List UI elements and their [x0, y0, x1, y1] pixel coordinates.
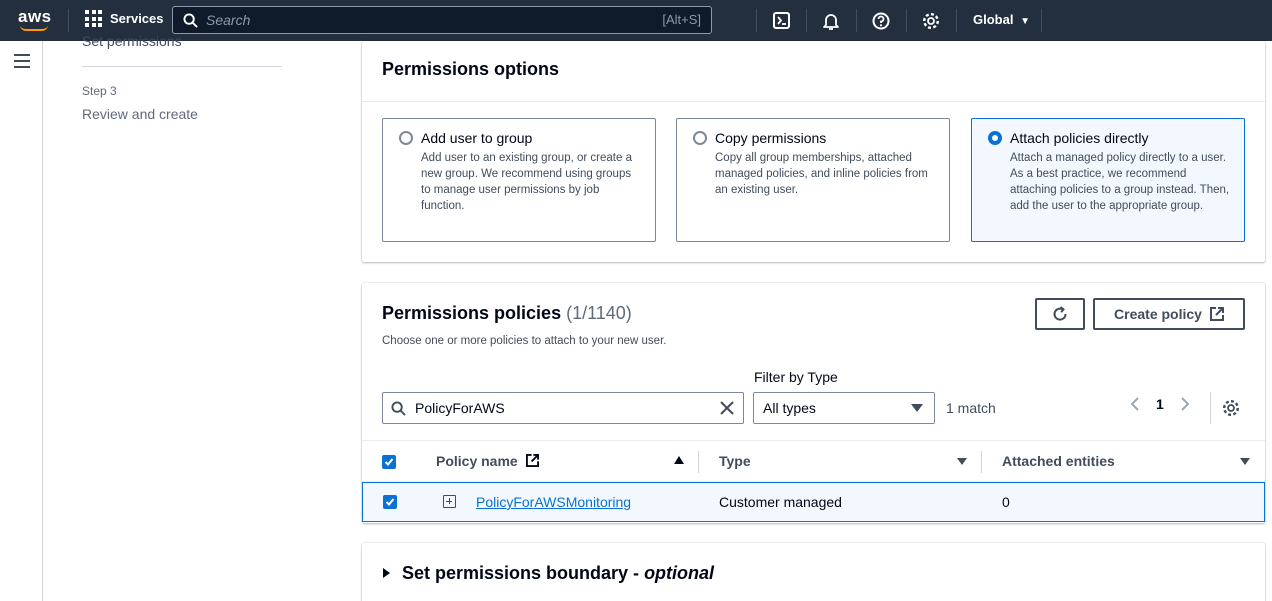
boundary-optional-label: optional [644, 563, 715, 583]
panel-title: Permissions options [382, 59, 560, 79]
tile-title: Attach policies directly [1010, 130, 1149, 146]
panel-description: Choose one or more policies to attach to… [382, 335, 667, 347]
expand-plus-icon[interactable] [443, 495, 456, 508]
column-header-policy-name[interactable]: Policy name [436, 453, 539, 469]
table-settings-icon[interactable] [1222, 399, 1240, 417]
tile-attach-policies-directly[interactable]: Attach policies directly Attach a manage… [971, 118, 1245, 242]
clear-icon[interactable] [719, 400, 735, 416]
radio-button[interactable] [399, 131, 413, 145]
policy-type: Customer managed [719, 494, 842, 510]
notifications-icon[interactable] [821, 11, 840, 30]
filter-by-type-select[interactable]: All types [753, 392, 935, 424]
services-menu-button[interactable]: Services [85, 10, 164, 27]
step-3-label[interactable]: Review and create [82, 106, 198, 122]
tile-copy-permissions[interactable]: Copy permissions Copy all group membersh… [676, 118, 950, 242]
checkmark-icon [384, 458, 394, 466]
create-policy-label: Create policy [1114, 306, 1202, 322]
column-separator [698, 451, 699, 473]
aws-logo-smile [20, 25, 48, 31]
nav-separator [756, 9, 757, 32]
nav-separator [1041, 9, 1042, 32]
step-divider [82, 66, 282, 67]
tile-title: Add user to group [421, 130, 533, 146]
policy-search-input[interactable]: PolicyForAWS [382, 392, 744, 424]
table-header: Policy name Type Attached entities [362, 440, 1265, 482]
panel-header: Permissions options [362, 41, 1265, 102]
top-navigation: aws Services Search [Alt+S] Global ▼ [0, 0, 1272, 41]
filter-by-type-label: Filter by Type [754, 369, 838, 385]
settings-icon[interactable] [921, 11, 940, 30]
policy-count: (1/1140) [566, 303, 632, 323]
services-grid-icon [85, 10, 102, 27]
radio-button-selected[interactable] [988, 131, 1002, 145]
nav-separator [956, 9, 957, 32]
match-count: 1 match [946, 400, 996, 416]
sort-ascending-icon[interactable] [674, 456, 684, 464]
nav-separator [856, 9, 857, 32]
row-checkbox[interactable] [383, 495, 397, 509]
search-shortcut: [Alt+S] [662, 12, 701, 27]
pager-separator [1210, 392, 1211, 424]
sort-icon[interactable] [957, 458, 967, 465]
tile-description: Add user to an existing group, or create… [421, 152, 632, 212]
global-search-input[interactable]: Search [Alt+S] [172, 6, 712, 34]
caret-right-icon[interactable] [383, 568, 390, 578]
nav-separator [906, 9, 907, 32]
refresh-icon [1053, 306, 1067, 321]
select-all-checkbox[interactable] [382, 455, 396, 469]
tile-add-user-to-group[interactable]: Add user to group Add user to an existin… [382, 118, 656, 242]
attached-entities-count: 0 [1002, 494, 1010, 510]
nav-separator [806, 9, 807, 32]
column-label: Policy name [436, 453, 518, 469]
tile-title: Copy permissions [715, 130, 827, 146]
column-header-type[interactable]: Type [719, 453, 751, 469]
column-header-attached-entities[interactable]: Attached entities [1002, 453, 1115, 469]
boundary-title: Set permissions boundary - [402, 563, 645, 583]
side-navigation-border [42, 41, 43, 601]
nav-separator [68, 9, 69, 32]
pagination: 1 [1130, 396, 1190, 412]
search-icon [391, 401, 406, 416]
permissions-boundary-panel: Set permissions boundary - optional [362, 543, 1265, 601]
chevron-right-icon[interactable] [1180, 397, 1190, 411]
create-policy-button[interactable]: Create policy [1093, 298, 1245, 330]
menu-icon[interactable] [14, 54, 30, 72]
help-icon[interactable] [871, 11, 890, 30]
panel-title-text: Permissions policies [382, 303, 562, 323]
cloudshell-icon[interactable] [772, 11, 791, 30]
panel-title: Permissions policies (1/1140) [382, 303, 632, 324]
sort-icon[interactable] [1240, 458, 1250, 465]
column-separator [981, 451, 982, 473]
tile-description: Copy all group memberships, attached man… [715, 152, 928, 196]
permissions-policies-panel: Permissions policies (1/1140) Choose one… [362, 283, 1265, 523]
page-number[interactable]: 1 [1156, 396, 1164, 412]
search-value: PolicyForAWS [415, 400, 505, 416]
refresh-button[interactable] [1035, 298, 1085, 330]
policy-name-link[interactable]: PolicyForAWSMonitoring [476, 494, 631, 510]
permissions-options-panel: Permissions options Add user to group Ad… [362, 41, 1265, 262]
search-icon [183, 12, 198, 28]
services-label: Services [110, 11, 164, 26]
tile-description: Attach a managed policy directly to a us… [1010, 152, 1230, 212]
chevron-down-icon: ▼ [1020, 16, 1030, 27]
filter-value: All types [763, 400, 816, 416]
table-row[interactable]: PolicyForAWSMonitoring Customer managed … [362, 482, 1265, 522]
aws-logo[interactable]: aws [18, 7, 52, 27]
step-3-number: Step 3 [82, 84, 117, 98]
chevron-left-icon[interactable] [1130, 397, 1140, 411]
external-link-icon [1209, 307, 1224, 321]
region-label: Global [973, 12, 1014, 27]
external-link-icon [525, 454, 539, 467]
radio-button[interactable] [693, 131, 707, 145]
step-2-label[interactable]: Set permissions [82, 33, 182, 49]
search-placeholder: Search [206, 12, 251, 28]
checkmark-icon [385, 498, 395, 506]
region-selector[interactable]: Global ▼ [973, 12, 1030, 27]
caret-down-icon [911, 404, 923, 412]
boundary-expand-toggle[interactable]: Set permissions boundary - optional [402, 563, 714, 584]
